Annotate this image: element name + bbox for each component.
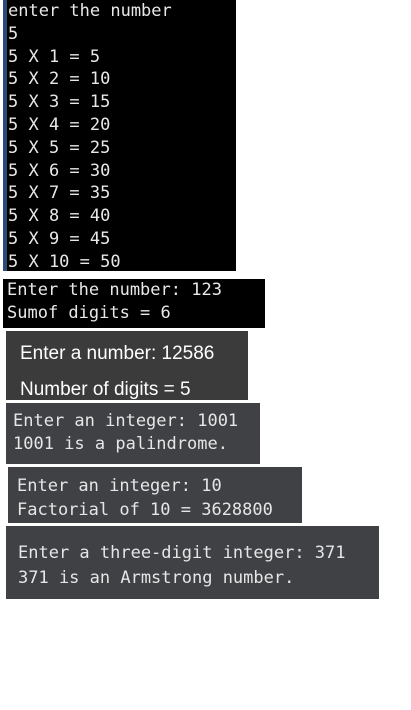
- sum-of-digits-output: Enter the number: 123 Sumof digits = 6: [3, 279, 265, 328]
- output-line: 5 X 4 = 20: [8, 114, 111, 135]
- output-line: 5 X 9 = 45: [8, 228, 111, 249]
- palindrome-output: Enter an integer: 1001 1001 is a palindr…: [6, 403, 260, 464]
- output-line: Sumof digits = 6: [7, 302, 171, 323]
- output-line: Enter the number: 123: [7, 280, 222, 300]
- output-line: enter the number: [8, 1, 172, 21]
- output-line: Number of digits = 5: [20, 379, 191, 400]
- output-line: 5 X 10 = 50: [8, 251, 121, 272]
- number-of-digits-output: Enter a number: 12586 Number of digits =…: [6, 331, 248, 400]
- output-line: 5 X 8 = 40: [8, 206, 111, 227]
- armstrong-output: Enter a three-digit integer: 371 371 is …: [6, 526, 379, 599]
- output-line: 1001 is a palindrome.: [13, 434, 228, 454]
- output-line: Enter an integer: 1001: [13, 411, 239, 431]
- output-line: 5 X 6 = 30: [8, 160, 111, 181]
- factorial-output: Enter an integer: 10 Factorial of 10 = 3…: [8, 467, 302, 523]
- output-line: 5 X 3 = 15: [8, 92, 111, 113]
- output-line: Factorial of 10 = 3628800: [17, 499, 273, 520]
- output-line: Enter an integer: 10: [17, 476, 222, 496]
- output-line: 5: [8, 23, 19, 44]
- output-line: 5 X 1 = 5: [8, 46, 101, 67]
- output-line: Enter a three-digit integer: 371: [18, 543, 346, 563]
- output-line: 5 X 7 = 35: [8, 183, 111, 204]
- output-line: 5 X 5 = 25: [8, 137, 111, 158]
- multiplication-table-output: enter the number 5 5 X 1 = 5 5 X 2 = 10 …: [3, 0, 236, 272]
- output-line: 5 X 2 = 10: [8, 69, 111, 90]
- output-line: 371 is an Armstrong number.: [18, 567, 295, 588]
- output-line: Enter a number: 12586: [20, 343, 215, 364]
